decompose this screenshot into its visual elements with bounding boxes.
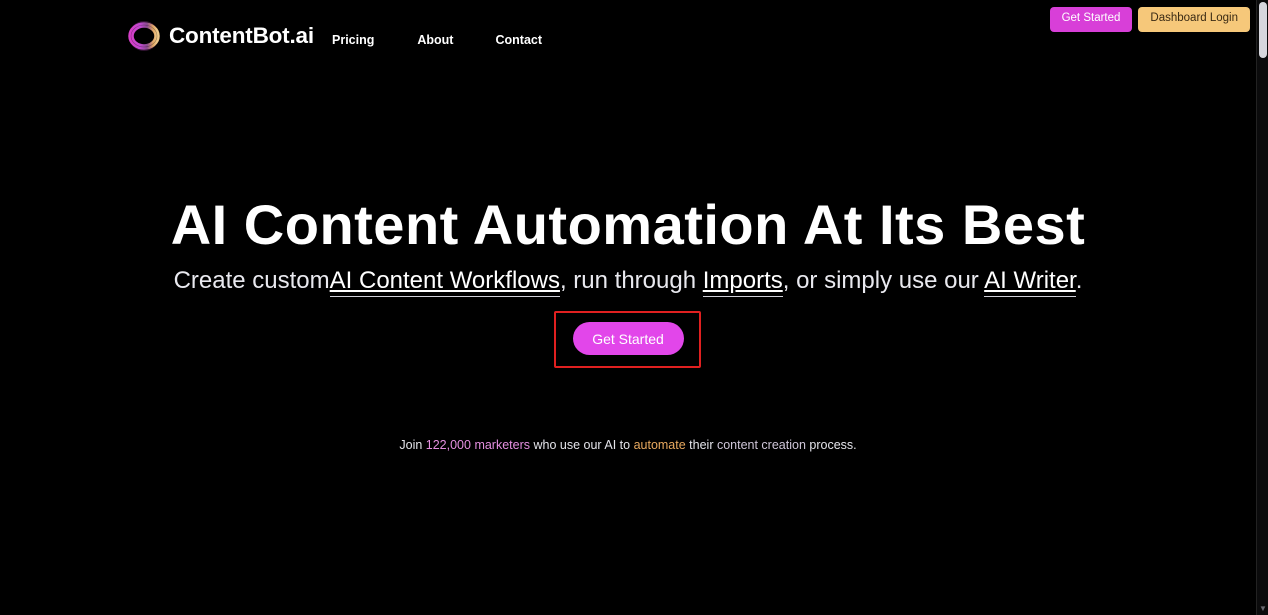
- scrollbar-thumb[interactable]: [1259, 2, 1267, 58]
- nav-item-pricing[interactable]: Pricing: [332, 33, 374, 47]
- hero-subtitle-text-4: .: [1075, 267, 1083, 294]
- social-proof-text-4: process.: [805, 438, 857, 452]
- link-imports[interactable]: Imports: [702, 267, 783, 297]
- scroll-down-arrow-icon[interactable]: ▼: [1257, 603, 1268, 615]
- header-get-started-button[interactable]: Get Started: [1049, 7, 1133, 32]
- dashboard-login-button[interactable]: Dashboard Login: [1138, 7, 1250, 32]
- social-proof-topic: content creation: [716, 438, 806, 452]
- social-proof-audience: marketers: [470, 438, 531, 452]
- page-root: ContentBot.ai Pricing About Contact Get …: [0, 0, 1256, 615]
- nav-item-about[interactable]: About: [417, 33, 453, 47]
- link-ai-content-workflows[interactable]: AI Content Workflows: [329, 267, 560, 297]
- nav-item-contact[interactable]: Contact: [495, 33, 542, 47]
- brand-logo[interactable]: ContentBot.ai: [128, 20, 314, 52]
- social-proof-text-1: Join: [399, 438, 426, 452]
- social-proof-action: automate: [633, 438, 686, 452]
- main-nav: Pricing About Contact: [332, 33, 542, 47]
- header-actions: Get Started Dashboard Login: [1049, 7, 1250, 32]
- social-proof-text-2: who use our AI to: [530, 438, 634, 452]
- hero-subtitle-text-1: Create custom: [173, 267, 330, 294]
- hero-cta-wrapper: Get Started: [0, 322, 1256, 355]
- hero-subtitle-text-2: , run through: [559, 267, 703, 294]
- page-title: AI Content Automation At Its Best: [170, 193, 1086, 256]
- brand-name: ContentBot.ai: [169, 22, 314, 48]
- social-proof-text-3: their: [685, 438, 717, 452]
- vertical-scrollbar[interactable]: ▲ ▼: [1256, 0, 1268, 615]
- social-proof-count: 122,000: [425, 438, 471, 452]
- hero-get-started-button[interactable]: Get Started: [572, 322, 684, 355]
- hero-subtitle: Create customAI Content Workflows, run t…: [0, 266, 1256, 297]
- social-proof-text: Join 122,000 marketers who use our AI to…: [0, 437, 1256, 453]
- link-ai-writer[interactable]: AI Writer: [984, 267, 1076, 297]
- site-header: ContentBot.ai Pricing About Contact Get …: [0, 0, 1256, 72]
- hero-subtitle-text-3: , or simply use our: [782, 267, 985, 294]
- contentbot-ring-logo-icon: [128, 20, 160, 52]
